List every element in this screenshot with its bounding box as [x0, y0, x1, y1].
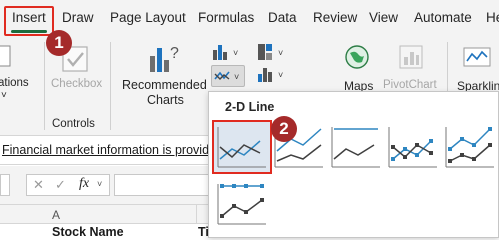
- cell-a1[interactable]: Stock Name: [52, 225, 124, 239]
- recommended-charts-label-2: Charts: [147, 93, 184, 107]
- maps-globe-icon[interactable]: [344, 44, 370, 70]
- recommended-charts-label-1: Recommended: [122, 78, 207, 92]
- stacked-line-with-markers-option[interactable]: [444, 125, 496, 169]
- column-a-header[interactable]: A: [52, 208, 60, 222]
- 100-stacked-line-chart-option[interactable]: [330, 125, 382, 169]
- controls-group-label: Controls: [52, 118, 95, 130]
- line-chart-button[interactable]: ˅: [211, 65, 245, 87]
- ribbon-tab-bar: Insert Draw Page Layout Formulas Data Re…: [0, 0, 499, 38]
- sparklines-icon[interactable]: [462, 44, 492, 70]
- active-tab-indicator: [11, 30, 47, 33]
- line-chart-gallery: 2-D Line: [208, 91, 499, 238]
- tab-help[interactable]: He: [486, 10, 499, 25]
- tab-view[interactable]: View: [369, 10, 398, 25]
- step-1-badge: 1: [46, 30, 72, 56]
- cancel-icon[interactable]: ✕: [33, 177, 44, 193]
- formula-controls: ✕ ✓ fx ˅: [26, 174, 110, 196]
- function-dropdown-icon[interactable]: ˅: [97, 179, 102, 189]
- recommended-charts-icon[interactable]: ?: [147, 42, 181, 74]
- tab-automate[interactable]: Automate: [414, 10, 472, 25]
- illustrations-icon[interactable]: [0, 44, 12, 70]
- line-with-markers-option[interactable]: [387, 125, 439, 169]
- tab-draw[interactable]: Draw: [62, 10, 94, 25]
- statistic-chart-icon[interactable]: ˅: [256, 64, 290, 84]
- pivotchart-label: PivotChart: [383, 79, 437, 91]
- gallery-section-title: 2-D Line: [225, 100, 275, 114]
- column-divider: [196, 205, 197, 225]
- tab-page-layout[interactable]: Page Layout: [110, 10, 186, 25]
- checkbox-label: Checkbox: [51, 78, 103, 90]
- svg-text:?: ?: [170, 45, 179, 62]
- 100-stacked-line-with-markers-option[interactable]: [216, 182, 268, 226]
- svg-text:˅: ˅: [278, 70, 283, 80]
- line-chart-option[interactable]: [216, 125, 268, 169]
- ribbon-separator: [110, 42, 111, 130]
- illustrations-label: ations: [0, 77, 29, 89]
- tab-insert[interactable]: Insert: [12, 10, 46, 25]
- tab-data[interactable]: Data: [268, 10, 297, 25]
- formula-input[interactable]: [114, 174, 214, 196]
- name-box[interactable]: [0, 174, 10, 196]
- step-2-badge: 2: [271, 116, 297, 142]
- svg-text:˅: ˅: [278, 48, 283, 58]
- enter-check-icon[interactable]: ✓: [55, 177, 66, 193]
- tab-formulas[interactable]: Formulas: [198, 10, 254, 25]
- financial-info-link[interactable]: Financial market information is provide: [2, 143, 216, 157]
- pivotchart-icon[interactable]: [398, 44, 424, 70]
- insert-function-icon[interactable]: fx: [79, 176, 89, 192]
- svg-text:˅: ˅: [234, 72, 239, 82]
- hierarchy-chart-icon[interactable]: ˅: [256, 42, 290, 62]
- tab-review[interactable]: Review: [313, 10, 357, 25]
- illustrations-dropdown-icon[interactable]: ˅: [1, 90, 7, 101]
- ribbon-separator: [44, 42, 45, 130]
- svg-text:˅: ˅: [233, 48, 238, 58]
- column-chart-icon[interactable]: ˅: [211, 42, 243, 62]
